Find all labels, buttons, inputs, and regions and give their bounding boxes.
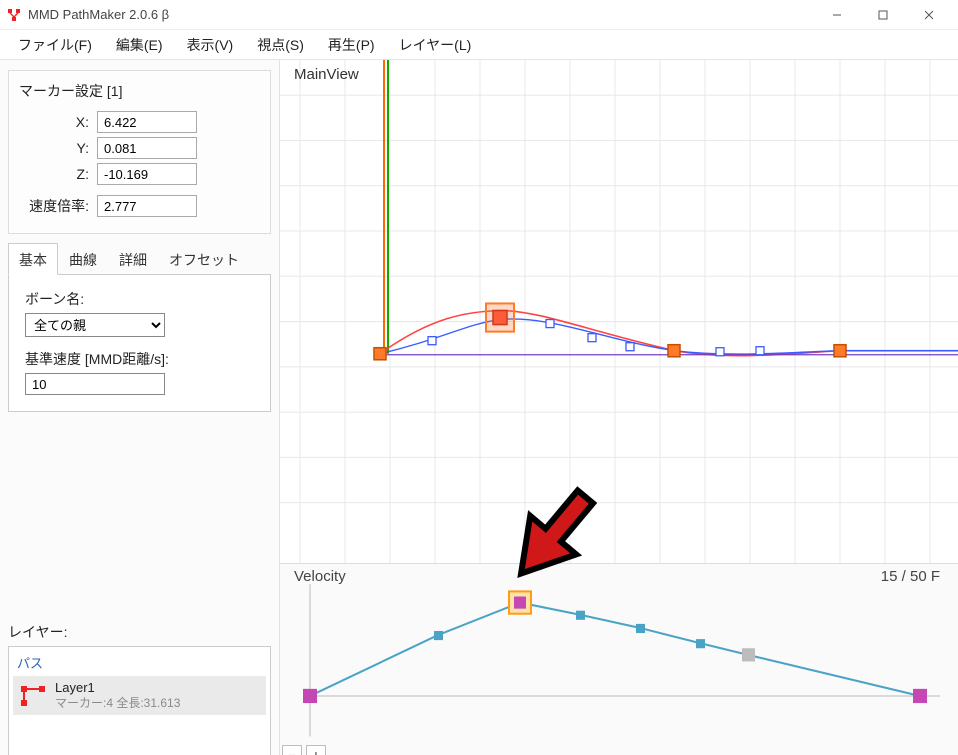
tab-basic-body: ボーン名: 全ての親 基準速度 [MMD距離/s]: xyxy=(8,274,271,412)
label-z: Z: xyxy=(19,166,97,182)
zoom-out-button[interactable]: − xyxy=(282,745,302,755)
menu-viewpoint[interactable]: 視点(S) xyxy=(247,31,314,59)
mainview-title: MainView xyxy=(294,66,359,83)
input-y[interactable] xyxy=(97,137,197,159)
label-x: X: xyxy=(19,114,97,130)
label-base-speed: 基準速度 [MMD距離/s]: xyxy=(25,349,260,369)
menu-view[interactable]: 表示(V) xyxy=(177,31,244,59)
zoom-in-button[interactable]: + xyxy=(306,745,326,755)
marker-settings-title: マーカー設定 [1] xyxy=(19,81,260,101)
main-view[interactable]: MainView xyxy=(280,60,958,564)
maximize-button[interactable] xyxy=(860,0,906,30)
label-y: Y: xyxy=(19,140,97,156)
close-button[interactable] xyxy=(906,0,952,30)
select-bone[interactable]: 全ての親 xyxy=(25,313,165,337)
titlebar: MMD PathMaker 2.0.6 β xyxy=(0,0,958,30)
menu-edit[interactable]: 編集(E) xyxy=(106,31,173,59)
layers-list: パス Layer1 マーカー:4 全長:31.613 xyxy=(8,646,271,755)
tab-curve[interactable]: 曲線 xyxy=(58,243,108,274)
input-base-speed[interactable] xyxy=(25,373,165,395)
velocity-view[interactable]: Velocity 15 / 50 F xyxy=(280,564,958,755)
input-z[interactable] xyxy=(97,163,197,185)
menu-file[interactable]: ファイル(F) xyxy=(8,31,102,59)
tab-basic[interactable]: 基本 xyxy=(8,243,58,275)
property-tabs: 基本 曲線 詳細 オフセット ボーン名: 全ての親 基準速度 [MMD距離/s]… xyxy=(8,242,271,412)
tab-offset[interactable]: オフセット xyxy=(158,243,250,274)
layer-sub: マーカー:4 全長:31.613 xyxy=(55,696,180,711)
left-panel: マーカー設定 [1] X: Y: Z: 速度倍率: 基本 曲線 xyxy=(0,60,280,755)
app-icon xyxy=(6,7,22,23)
velocity-frame-text: 15 / 50 F xyxy=(881,568,940,585)
layer-row[interactable]: Layer1 マーカー:4 全長:31.613 xyxy=(13,676,266,715)
label-speed-mult: 速度倍率: xyxy=(19,196,97,216)
window-title: MMD PathMaker 2.0.6 β xyxy=(28,7,814,22)
velocity-selected-point-icon[interactable] xyxy=(509,591,531,613)
velocity-title: Velocity xyxy=(294,568,346,585)
tab-detail[interactable]: 詳細 xyxy=(108,243,158,274)
layers-section: レイヤー: パス Layer1 マーカー:4 全長:31.613 xyxy=(8,622,271,755)
menubar: ファイル(F) 編集(E) 表示(V) 視点(S) 再生(P) レイヤー(L) xyxy=(0,30,958,60)
marker-settings-group: マーカー設定 [1] X: Y: Z: 速度倍率: xyxy=(8,70,271,234)
minimize-button[interactable] xyxy=(814,0,860,30)
layers-path-group: パス xyxy=(13,651,266,674)
selected-marker-icon[interactable] xyxy=(486,303,514,331)
layer-name: Layer1 xyxy=(55,680,180,696)
menu-layer[interactable]: レイヤー(L) xyxy=(389,31,482,59)
input-speed-mult[interactable] xyxy=(97,195,197,217)
layer-path-icon xyxy=(19,684,47,708)
velocity-canvas[interactable] xyxy=(280,564,958,755)
layers-label: レイヤー: xyxy=(8,622,271,642)
input-x[interactable] xyxy=(97,111,197,133)
menu-play[interactable]: 再生(P) xyxy=(318,31,385,59)
mainview-canvas[interactable] xyxy=(280,60,958,563)
label-bone: ボーン名: xyxy=(25,289,260,309)
